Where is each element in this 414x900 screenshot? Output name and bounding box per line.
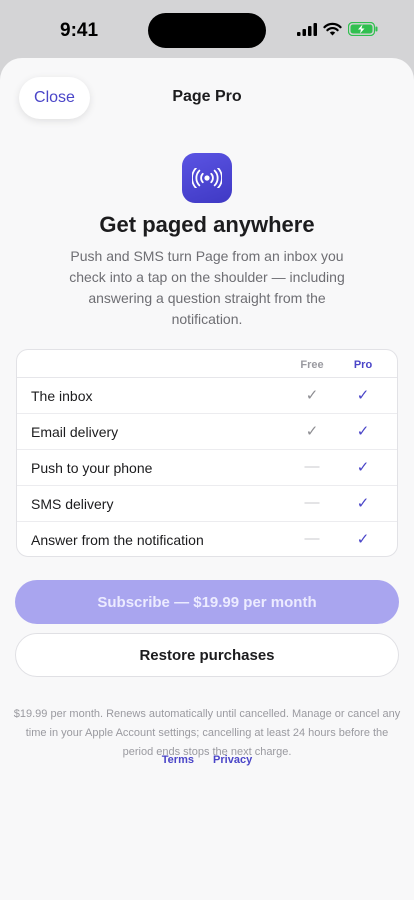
legal-links: Terms Privacy [0,754,414,766]
pro-check-icon: ✓ [356,495,370,512]
feature-label: SMS delivery [31,496,114,512]
broadcast-icon [182,153,232,203]
free-check-icon: ✓ [305,423,319,440]
sheet-title: Page Pro [172,88,242,105]
restore-purchases-button[interactable]: Restore purchases [15,633,399,677]
comparison-table: Free Pro The inbox ✓ ✓ Email delivery ✓ … [16,349,398,557]
column-header-free: Free [300,359,324,371]
table-row: Answer from the notification — ✓ [17,522,397,556]
subscribe-button[interactable]: Subscribe — $19.99 per month [15,580,399,624]
feature-label: The inbox [31,388,93,404]
feature-label: Email delivery [31,424,119,440]
table-row: The inbox ✓ ✓ [17,378,397,414]
column-header-pro: Pro [353,359,373,371]
cellular-signal-icon [297,22,317,41]
description: Push and SMS turn Page from an inbox you… [69,248,345,327]
feature-label: Answer from the notification [31,532,204,548]
pro-check-icon: ✓ [356,423,370,440]
status-bar: 9:41 [0,0,414,60]
table-row: Email delivery ✓ ✓ [17,414,397,450]
table-row: Push to your phone — ✓ [17,450,397,486]
privacy-link[interactable]: Privacy [213,754,252,766]
status-time: 9:41 [60,20,99,41]
status-icons [297,21,378,41]
free-dash-icon: — [304,530,320,547]
terms-link[interactable]: Terms [162,754,194,766]
free-dash-icon: — [304,458,320,475]
pro-check-icon: ✓ [356,459,370,476]
battery-charging-icon [347,21,378,41]
headline: Get paged anywhere [99,212,315,237]
table-header: Free Pro [17,350,397,378]
dynamic-island [148,13,266,48]
wifi-icon [323,22,342,41]
pro-check-icon: ✓ [356,531,370,548]
pro-check-icon: ✓ [356,387,370,404]
feature-label: Push to your phone [31,460,153,476]
paywall-sheet: Close Page Pro Get paged anywhere Push a… [0,58,414,900]
free-dash-icon: — [304,494,320,511]
table-row: SMS delivery — ✓ [17,486,397,522]
free-check-icon: ✓ [305,387,319,404]
